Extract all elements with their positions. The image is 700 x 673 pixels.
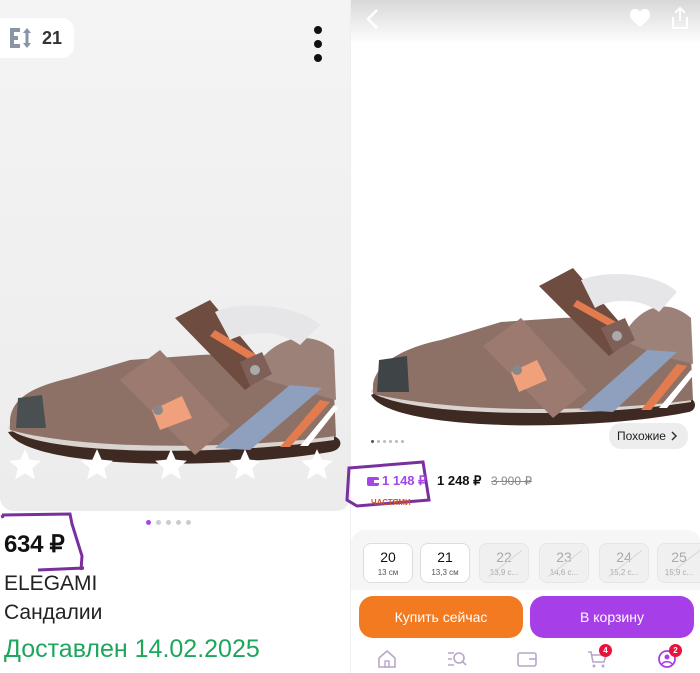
size-value: 25 — [671, 549, 687, 565]
current-price: 1 248 ₽ — [437, 473, 482, 488]
size-chip[interactable]: 21 13,3 см — [420, 543, 470, 583]
star-icon — [9, 449, 41, 480]
similar-label: Похожие — [617, 429, 666, 443]
product-image[interactable]: 21 — [0, 0, 350, 511]
size-cm: 13,3 см — [431, 568, 459, 577]
product-price: 634 ₽ — [4, 531, 65, 558]
wallet-icon — [367, 477, 379, 486]
sizes-count: 21 — [42, 27, 63, 48]
cart-badge: 4 — [599, 644, 612, 657]
star-icon — [301, 449, 333, 480]
gallery-dots — [146, 520, 191, 525]
heart-icon[interactable] — [629, 8, 651, 28]
size-chip-unavailable[interactable]: 23 14,6 с... — [539, 543, 589, 583]
size-cm: 13,9 с... — [489, 568, 519, 577]
wallet-tab-icon[interactable] — [517, 650, 537, 668]
product-page-right: Похожие 1 148 ₽ 1 248 ₽ 3 900 ₽ ЧАСТЯМИ … — [345, 0, 700, 673]
size-cm: 14,6 с... — [549, 568, 579, 577]
size-value: 23 — [556, 549, 572, 565]
star-icon — [155, 449, 187, 480]
size-chip-unavailable[interactable]: 24 15,2 с... — [599, 543, 649, 583]
star-icon — [81, 449, 113, 480]
sandal-image — [351, 0, 700, 455]
delivery-status: Доставлен 14.02.2025 — [4, 635, 260, 663]
buy-now-button[interactable]: Купить сейчас — [359, 596, 523, 638]
gallery-dots — [371, 440, 404, 443]
product-card-left[interactable]: 21 634 ₽ ELEGAMI Сандалии Доставлен 14.0… — [0, 0, 350, 673]
star-icon — [229, 449, 261, 480]
size-value: 20 — [380, 549, 396, 565]
profile-badge: 2 — [669, 644, 682, 657]
size-selector: 20 13 см 21 13,3 см 22 13,9 с... 23 14,6… — [351, 530, 700, 590]
old-price: 3 900 ₽ — [491, 474, 532, 488]
size-cm: 15,2 с... — [609, 568, 639, 577]
sizes-count-badge[interactable]: 21 — [0, 18, 74, 58]
size-chip-unavailable[interactable]: 25 15,9 с... — [657, 543, 700, 583]
size-value: 24 — [616, 549, 632, 565]
product-name[interactable]: Сандалии — [4, 601, 102, 625]
home-icon[interactable] — [377, 650, 397, 668]
wallet-price-value: 1 148 ₽ — [382, 473, 427, 488]
add-to-cart-button[interactable]: В корзину — [530, 596, 694, 638]
cart-tab[interactable]: 4 — [587, 644, 612, 668]
size-icon — [10, 28, 31, 48]
installment-badge[interactable]: ЧАСТЯМИ — [371, 498, 411, 507]
back-arrow-icon[interactable] — [365, 8, 381, 30]
rating-stars[interactable] — [6, 446, 346, 486]
size-cm: 15,9 с... — [664, 568, 694, 577]
share-icon[interactable] — [669, 6, 691, 30]
similar-button[interactable]: Похожие — [609, 423, 688, 449]
chevron-right-icon — [671, 431, 678, 441]
wallet-price[interactable]: 1 148 ₽ — [367, 473, 426, 489]
size-value: 21 — [437, 549, 453, 565]
profile-tab[interactable]: 2 — [657, 644, 682, 668]
sandal-image — [0, 0, 350, 511]
size-cm: 13 см — [377, 568, 399, 577]
more-options-icon[interactable] — [306, 26, 330, 66]
size-chip-unavailable[interactable]: 22 13,9 с... — [479, 543, 529, 583]
brand-name[interactable]: ELEGAMI — [4, 572, 97, 596]
size-chip[interactable]: 20 13 см — [363, 543, 413, 583]
size-value: 22 — [496, 549, 512, 565]
search-catalog-icon[interactable] — [447, 650, 467, 668]
bottom-tab-bar: 4 2 — [351, 644, 700, 673]
product-gallery[interactable]: Похожие — [351, 0, 700, 455]
